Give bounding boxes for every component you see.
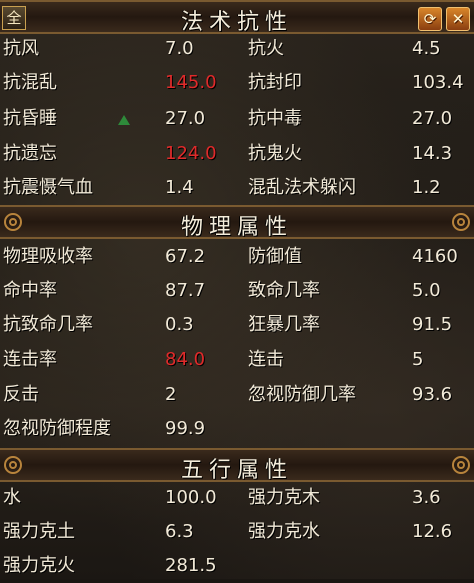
ornament-icon — [452, 213, 470, 231]
stat-value: 4.5 — [412, 38, 441, 59]
stat-value: 4160 — [412, 246, 458, 267]
stat-label: 水 — [3, 487, 21, 508]
stat-value: 103.4 — [412, 72, 464, 93]
stat-row: 命中率 87.7 致命几率 5.0 — [0, 274, 474, 308]
stat-label: 混乱法术躲闪 — [248, 177, 356, 198]
stat-value: 5 — [412, 349, 424, 370]
stat-value: 84.0 — [165, 349, 206, 370]
stat-value: 0.3 — [165, 314, 194, 335]
stat-label: 忽视防御程度 — [3, 418, 111, 439]
physical-attributes-header: 物理属性 — [0, 205, 474, 240]
stat-label: 抗风 — [3, 38, 39, 59]
stat-label: 抗混乱 — [3, 72, 57, 93]
stat-label: 强力克木 — [248, 487, 320, 508]
stat-row: 抗遗忘 124.0 抗鬼火 14.3 — [0, 137, 474, 171]
ornament-icon — [452, 456, 470, 474]
stat-label: 抗火 — [248, 38, 284, 59]
stat-value: 67.2 — [165, 246, 206, 267]
stat-row: 抗混乱 145.0 抗封印 103.4 — [0, 66, 474, 100]
stat-label: 抗昏睡 — [3, 108, 57, 129]
stat-row: 强力克土 6.3 强力克水 12.6 — [0, 515, 474, 549]
stat-value: 93.6 — [412, 384, 453, 405]
stat-row: 抗昏睡 27.0 抗中毒 27.0 — [0, 102, 474, 136]
stat-value: 27.0 — [412, 108, 453, 129]
stat-value: 124.0 — [165, 143, 217, 164]
stat-row: 连击率 84.0 连击 5 — [0, 343, 474, 377]
magic-resistance-header: 全 法术抗性 ⟳ ✕ — [0, 0, 474, 35]
stat-value: 2 — [165, 384, 177, 405]
stat-value: 7.0 — [165, 38, 194, 59]
stat-label: 强力克火 — [3, 555, 75, 576]
stat-value: 281.5 — [165, 555, 217, 576]
stat-row: 水 100.0 强力克木 3.6 — [0, 481, 474, 515]
stat-value: 6.3 — [165, 521, 194, 542]
refresh-icon[interactable]: ⟳ — [418, 7, 442, 31]
attribute-panel: 全 法术抗性 ⟳ ✕ 抗风 7.0 抗火 4.5 抗混乱 145.0 抗封印 1… — [0, 0, 474, 579]
stat-value: 91.5 — [412, 314, 453, 335]
stat-row: 忽视防御程度 99.9 — [0, 412, 474, 446]
stat-label: 狂暴几率 — [248, 314, 320, 335]
stat-row: 抗风 7.0 抗火 4.5 — [0, 32, 474, 66]
stat-value: 12.6 — [412, 521, 453, 542]
stat-value: 5.0 — [412, 280, 441, 301]
stat-label: 命中率 — [3, 280, 57, 301]
stat-value: 99.9 — [165, 418, 206, 439]
stat-row: 物理吸收率 67.2 防御值 4160 — [0, 240, 474, 274]
stat-value: 3.6 — [412, 487, 441, 508]
physical-attributes-title: 物理属性 — [180, 215, 293, 240]
stat-label: 强力克水 — [248, 521, 320, 542]
stat-label: 物理吸收率 — [3, 246, 93, 267]
stat-label: 抗鬼火 — [248, 143, 302, 164]
stat-value: 14.3 — [412, 143, 453, 164]
stat-label: 抗中毒 — [248, 108, 302, 129]
stat-label: 抗震慑气血 — [3, 177, 93, 198]
stat-label: 忽视防御几率 — [248, 384, 356, 405]
stat-label: 防御值 — [248, 246, 302, 267]
stat-value: 1.4 — [165, 177, 194, 198]
stat-value: 27.0 — [165, 108, 206, 129]
stat-value: 100.0 — [165, 487, 217, 508]
stat-label: 连击 — [248, 349, 284, 370]
close-icon[interactable]: ✕ — [446, 7, 470, 31]
five-elements-title: 五行属性 — [180, 458, 293, 483]
stat-label: 致命几率 — [248, 280, 320, 301]
stat-label: 抗封印 — [248, 72, 302, 93]
up-arrow-icon — [118, 115, 130, 125]
stat-row: 抗震慑气血 1.4 混乱法术躲闪 1.2 — [0, 171, 474, 205]
five-elements-header: 五行属性 — [0, 448, 474, 483]
stat-label: 反击 — [3, 384, 39, 405]
stat-row: 反击 2 忽视防御几率 93.6 — [0, 378, 474, 412]
stat-label: 抗致命几率 — [3, 314, 93, 335]
stat-label: 抗遗忘 — [3, 143, 57, 164]
stat-label: 强力克土 — [3, 521, 75, 542]
stat-value: 1.2 — [412, 177, 441, 198]
stat-row: 强力克火 281.5 — [0, 549, 474, 583]
stat-value: 87.7 — [165, 280, 206, 301]
stat-label: 连击率 — [3, 349, 57, 370]
stat-row: 抗致命几率 0.3 狂暴几率 91.5 — [0, 308, 474, 342]
stat-value: 145.0 — [165, 72, 217, 93]
